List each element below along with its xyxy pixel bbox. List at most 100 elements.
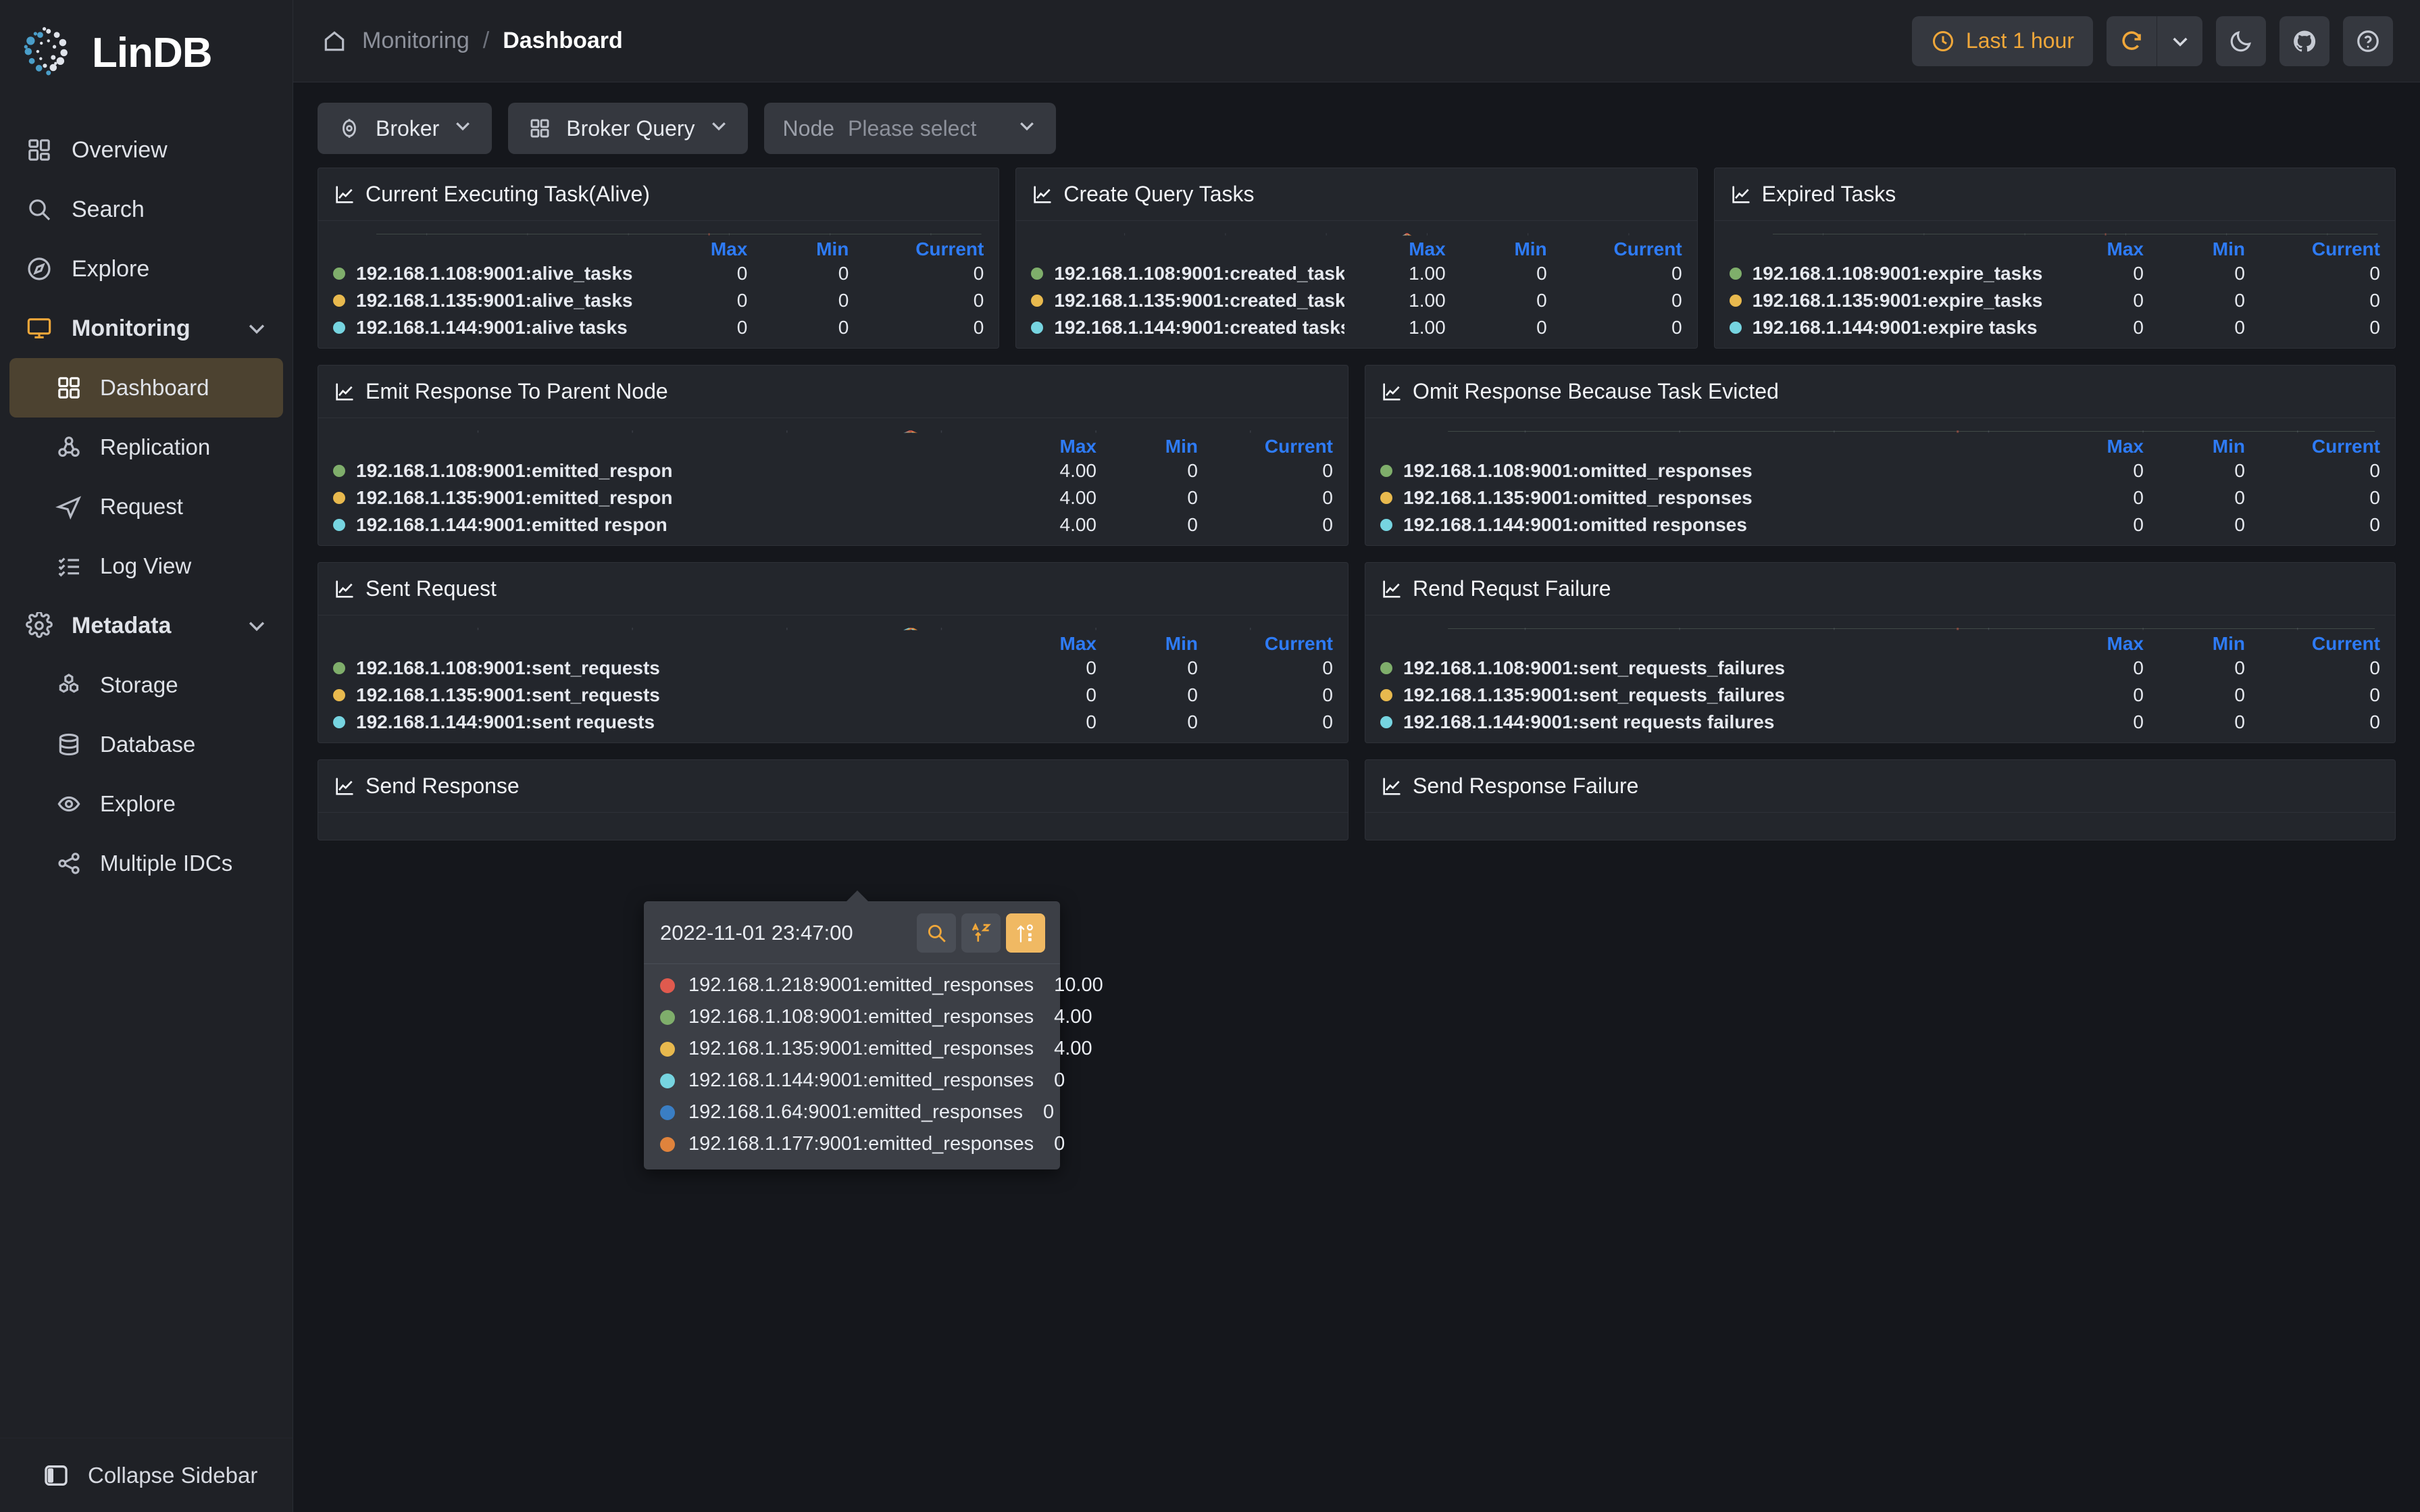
sidebar-item-dashboard[interactable]: Dashboard [9,358,283,418]
legend-row[interactable]: 192.168.1.135:9001:sent_requests_failure… [1380,682,2380,709]
collapse-sidebar-button[interactable]: Collapse Sidebar [0,1438,293,1512]
sidebar-item-explore[interactable]: Explore [9,239,283,299]
sidebar-item-database[interactable]: Database [9,715,283,774]
github-icon [2294,30,2316,51]
sidebar-item-explore[interactable]: Explore [9,774,283,834]
tooltip-series-value: 10.00 [1054,974,1103,996]
series-current: 0 [2369,514,2380,535]
refresh-button[interactable] [2107,16,2157,66]
help-button[interactable] [2343,16,2393,66]
sidebar-item-request[interactable]: Request [9,477,283,536]
node-select[interactable]: Node Please select [763,103,1057,154]
legend-row[interactable]: 192.168.1.135:9001:created_tasks 1.00 0 0 [1031,287,1682,314]
series-max: 0 [2133,290,2144,311]
tooltip-row: 192.168.1.64:9001:emitted_responses 0 [644,1097,1060,1128]
sidebar-item-log-view[interactable]: Log View [9,536,283,596]
legend-row[interactable]: 192.168.1.144:9001:created tasks 1.00 0 0 [1031,314,1682,341]
legend-row[interactable]: 192.168.1.108:9001:sent_requests_failure… [1380,655,2380,682]
tooltip-row: 192.168.1.177:9001:emitted_responses 0 [644,1128,1065,1160]
sidebar-item-multiple-idcs[interactable]: Multiple IDCs [9,834,283,893]
tooltip-sort-value-button[interactable] [1006,913,1045,953]
series-color-dot [1380,465,1392,477]
role-select[interactable]: Broker [318,103,493,154]
sidebar-item-search[interactable]: Search [9,180,283,239]
series-min: 0 [2234,711,2245,732]
legend-header-row: Max Min Current [333,633,1333,655]
legend-row[interactable]: 192.168.1.108:9001:expire_tasks 0 0 0 [1729,260,2380,287]
legend-row[interactable]: 192.168.1.144:9001:emitted respon 4.00 0 0 [333,511,1333,538]
legend-row[interactable]: 192.168.1.135:9001:sent_requests 0 0 0 [333,682,1333,709]
series-max: 0 [2133,460,2144,481]
chart-canvas[interactable]: 2.00 1.60 1.20 0.80 0.40 0 11/01 23:20 11/01 23… [1028,233,1684,236]
chart-canvas[interactable]: 1.00 0.60 0.20 -0.20 -0.60 -1.00 11/01 23:20 11… [1727,233,2383,236]
legend-row[interactable]: 192.168.1.135:9001:omitted_responses 0 0 0 [1380,484,2380,511]
legend-header-row: Max Min Current [1031,238,1682,260]
series-name: 192.168.1.108:9001:omitted_responses [1403,460,1753,481]
series-name: 192.168.1.144:9001:sent requests failure… [1403,711,1775,732]
tooltip-series-value: 0 [1054,1069,1065,1091]
series-color-dot [333,519,345,531]
legend-row[interactable]: 192.168.1.144:9001:omitted responses 0 0 0 [1380,511,2380,538]
legend-row[interactable]: 192.168.1.108:9001:emitted_respon 4.00 0 0 [333,457,1333,484]
legend-row[interactable]: 192.168.1.135:9001:emitted_respon 4.00 0 0 [333,484,1333,511]
line-chart-icon [333,775,356,798]
series-max: 4.00 [1059,487,1097,508]
series-min: 0 [2234,487,2245,508]
question-circle-icon [2357,30,2379,52]
panel-emit-response-to-parent-node: Emit Response To Parent Node 10.00 8.00 6.0… [318,365,1348,546]
sidebar-item-metadata[interactable]: Metadata [9,596,283,655]
legend-col-current: Current [1264,633,1333,654]
legend-row[interactable]: 192.168.1.108:9001:omitted_responses 0 0 0 [1380,457,2380,484]
home-icon[interactable] [320,27,349,55]
refresh-interval-dropdown[interactable] [2157,16,2202,66]
github-link-button[interactable] [2279,16,2329,66]
series-color-dot [333,662,345,674]
sidebar-item-monitoring[interactable]: Monitoring [9,299,283,358]
search-icon [24,195,54,224]
tooltip-series-name: 192.168.1.108:9001:emitted_responses [688,1006,1034,1028]
tooltip-search-button[interactable] [917,913,956,953]
legend-row[interactable]: 192.168.1.108:9001:alive_tasks 0 0 0 [333,260,984,287]
chart-canvas[interactable]: 1.00 0.60 0.20 -0.20 -0.60 -1.00 11/01 23:20 11… [330,233,986,236]
legend-row[interactable]: 192.168.1.135:9001:expire_tasks 0 0 0 [1729,287,2380,314]
breadcrumb-parent[interactable]: Monitoring [362,28,470,54]
panel-body: 1.00 0.60 0.20 -0.20 -0.60 -1.00 11/01 23:20 11… [318,221,999,236]
sidebar-item-storage[interactable]: Storage [9,655,283,715]
chart-canvas[interactable] [330,825,1336,840]
series-color-dot [1380,662,1392,674]
sidebar-item-label: Search [72,196,145,222]
legend-row[interactable]: 192.168.1.144:9001:alive tasks 0 0 0 [333,314,984,341]
panel-legend: Max Min Current 192.168.1.108:9001:sent_req… [318,630,1348,742]
chevron-down-icon[interactable] [241,313,272,344]
legend-col-min: Min [1514,238,1547,259]
legend-row[interactable]: 192.168.1.108:9001:created_tasks 1.00 0 0 [1031,260,1682,287]
chart-canvas[interactable]: 8.00 6.00 4.00 2.00 0 11/01 23:20 11/01 23:30 1… [330,628,1336,630]
legend-row[interactable]: 192.168.1.135:9001:alive_tasks 0 0 0 [333,287,984,314]
chart-canvas[interactable] [1378,825,2383,840]
panel-body: 1.00 0.60 0.20 -0.20 -0.60 -1.00 11/01 23:20 11… [1715,221,2395,236]
chart-canvas[interactable]: 10.00 8.00 6.00 4.00 2.00 0 11/01 23:20 11/01 2… [330,430,1336,433]
tooltip-sort-alpha-button[interactable] [961,913,1001,953]
chart-canvas[interactable]: 1.00 0.60 0.20 -0.20 -0.60 -1.00 11/01 23:20 11… [1378,628,2383,630]
series-min: 0 [1536,263,1547,284]
chart-canvas[interactable]: 1.00 0.60 0.20 -0.20 -0.60 -1.00 11/01 23:20 11… [1378,430,2383,433]
legend-row[interactable]: 192.168.1.144:9001:sent requests 0 0 0 [333,709,1333,736]
series-color-dot [1380,716,1392,728]
panel-rend-requst-failure: Rend Requst Failure 1.00 0.60 0.20 -0.20 -0.6… [1365,562,2396,743]
legend-col-min: Min [1165,633,1198,654]
time-range-button[interactable]: Last 1 hour [1911,16,2093,66]
sidebar-item-overview[interactable]: Overview [9,120,283,180]
chevron-down-icon[interactable] [241,610,272,641]
legend-row[interactable]: 192.168.1.108:9001:sent_requests 0 0 0 [333,655,1333,682]
legend-row[interactable]: 192.168.1.144:9001:sent requests failure… [1380,709,2380,736]
legend-col-max: Max [2107,633,2144,654]
theme-toggle-button[interactable] [2216,16,2266,66]
series-color-dot [660,1073,675,1088]
dashboard-select[interactable]: Broker Query [508,103,748,154]
series-current: 0 [2369,290,2380,311]
compass-icon [24,254,54,284]
series-color-dot [333,295,345,307]
sidebar-item-replication[interactable]: Replication [9,418,283,477]
series-name: 192.168.1.144:9001:expire tasks [1752,317,2038,338]
legend-row[interactable]: 192.168.1.144:9001:expire tasks 0 0 0 [1729,314,2380,341]
